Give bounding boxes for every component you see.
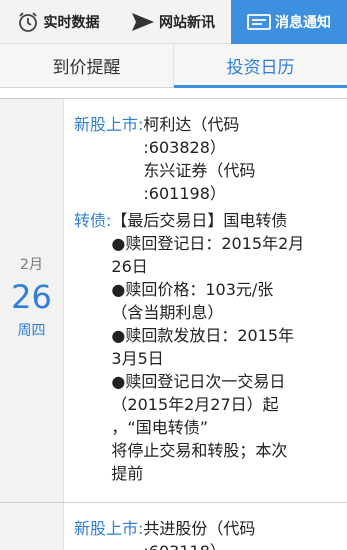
send-icon bbox=[131, 10, 155, 34]
ipo-line: :601198） bbox=[143, 184, 226, 203]
tab-price-alert[interactable]: 到价提醒 bbox=[0, 44, 173, 87]
tab-realtime-data[interactable]: 实时数据 bbox=[0, 0, 115, 44]
bond-line: 26日 bbox=[111, 257, 148, 276]
bond-line: 3月5日 bbox=[111, 349, 164, 368]
tab-realtime-data-label: 实时数据 bbox=[43, 15, 100, 31]
ipo-item: 新股上市: 共进股份（代码 :603118） bbox=[74, 517, 343, 550]
bond-line: ，“国电转债” bbox=[111, 418, 208, 437]
tab-message-notice[interactable]: 消息通知 bbox=[231, 0, 347, 44]
bond-line: 【最后交易日】国电转债 bbox=[111, 211, 288, 230]
bond-line: ●赎回价格：103元/张 bbox=[111, 280, 274, 299]
sub-tab-bar: 到价提醒 投资日历 bbox=[0, 44, 347, 88]
entry-day: 26 bbox=[11, 278, 52, 316]
bond-line: 提前 bbox=[111, 464, 144, 483]
bond-item: 转债: 【最后交易日】国电转债 ●赎回登记日：2015年2月 26日 ●赎回价格… bbox=[74, 209, 343, 485]
clock-icon bbox=[16, 10, 40, 34]
bond-label: 转债: bbox=[74, 211, 112, 230]
date-column: 2月 26 周四 bbox=[0, 99, 64, 502]
ipo-label: 新股上市: bbox=[74, 519, 144, 538]
entry-weekday: 周四 bbox=[17, 323, 46, 339]
entry-content: 新股上市: 共进股份（代码 :603118） bbox=[64, 503, 347, 550]
ipo-line: 共进股份（代码 bbox=[143, 519, 256, 538]
top-tab-bar: 实时数据 网站新讯 消息通知 bbox=[0, 0, 347, 44]
bond-line: ●赎回款发放日：2015年 bbox=[111, 326, 295, 345]
tab-investment-calendar[interactable]: 投资日历 bbox=[173, 44, 347, 88]
ipo-line: :603828） bbox=[143, 138, 226, 157]
message-icon bbox=[247, 10, 271, 34]
ipo-item: 新股上市: 柯利达（代码 :603828） 东兴证券（代码 :601198） bbox=[74, 113, 343, 205]
ipo-line: 东兴证券（代码 bbox=[143, 161, 256, 180]
date-column bbox=[0, 503, 64, 550]
list-spacer bbox=[0, 88, 347, 98]
bond-line: （2015年2月27日）起 bbox=[111, 395, 279, 414]
ipo-line: 柯利达（代码 bbox=[143, 115, 240, 134]
entry-content: 新股上市: 柯利达（代码 :603828） 东兴证券（代码 :601198） 转… bbox=[64, 99, 347, 502]
tab-site-news-label: 网站新讯 bbox=[159, 15, 215, 31]
bond-line: ●赎回登记日：2015年2月 bbox=[111, 234, 305, 253]
bond-line: （含当期利息） bbox=[111, 303, 224, 322]
bond-line: 将停止交易和转股；本次 bbox=[111, 441, 288, 460]
tab-site-news[interactable]: 网站新讯 bbox=[115, 0, 231, 44]
calendar-entry[interactable]: 新股上市: 共进股份（代码 :603118） bbox=[0, 502, 347, 550]
ipo-line: :603118） bbox=[143, 540, 255, 550]
ipo-label: 新股上市: bbox=[74, 115, 144, 134]
calendar-entry[interactable]: 2月 26 周四 新股上市: 柯利达（代码 :603828） 东兴证券（代码 :… bbox=[0, 98, 347, 502]
tab-message-notice-label: 消息通知 bbox=[275, 15, 331, 31]
bond-line: ●赎回登记日次一交易日 bbox=[111, 372, 286, 391]
entry-month: 2月 bbox=[20, 257, 43, 273]
